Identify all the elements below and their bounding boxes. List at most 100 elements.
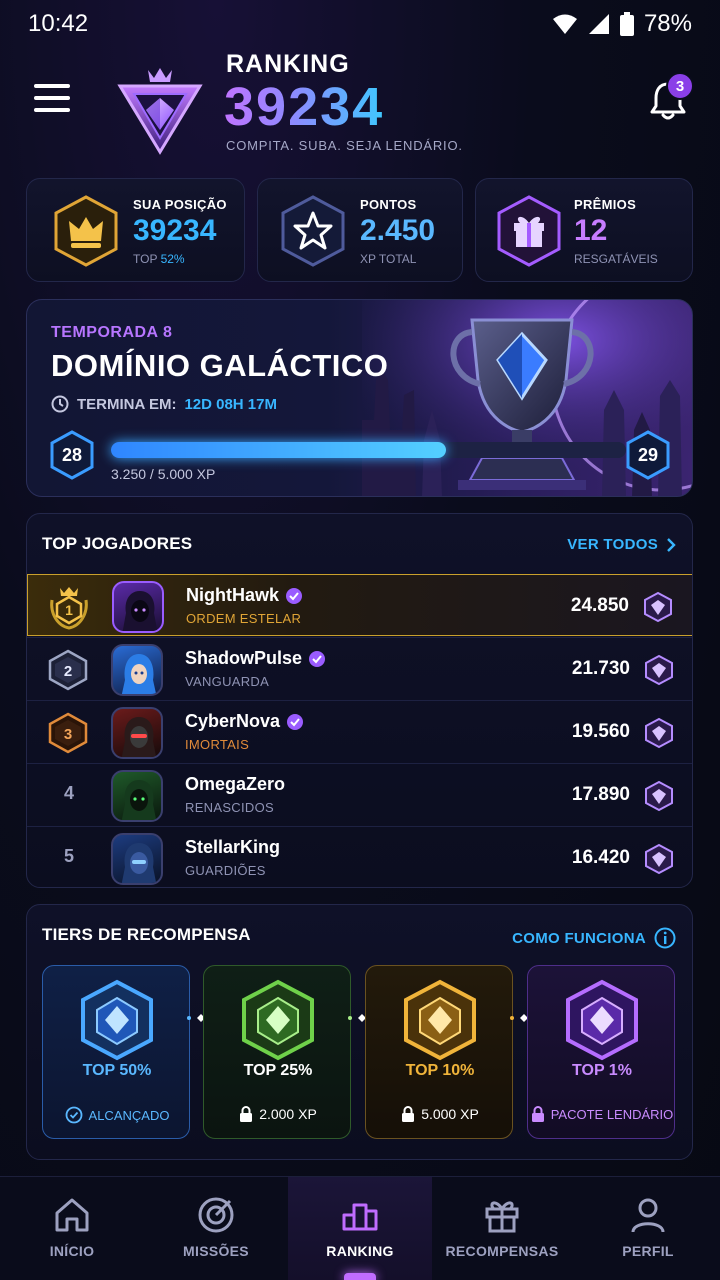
gold-medal-icon: 1: [50, 587, 88, 630]
svg-text:3: 3: [64, 726, 72, 743]
player-score: 21.730: [571, 658, 630, 679]
menu-button[interactable]: [34, 84, 70, 112]
purple-gem-badge-icon: [566, 979, 638, 1061]
season-timer: TERMINA EM: 12D 08H 17M: [51, 395, 277, 413]
reward-tiers-section: TIERS DE RECOMPENSA COMO FUNCIONA TOP 50…: [26, 904, 693, 1160]
tier-status: ALCANÇADO: [43, 1106, 191, 1124]
tier-card[interactable]: TOP 50% ALCANÇADO: [42, 965, 190, 1139]
battery-level: 78%: [643, 10, 692, 37]
avatar: [111, 770, 163, 822]
nav-item-rewards[interactable]: RECOMPENSAS: [430, 1177, 574, 1280]
stat-card-position[interactable]: SUA POSIÇÃO 39234 TOP 52%: [26, 178, 245, 282]
clock: 10:42: [28, 10, 89, 37]
status-icons: 78%: [552, 10, 692, 38]
player-row[interactable]: 1 NightHawk ORDEM ESTELAR 24.850: [27, 574, 692, 636]
stat-label: PONTOS: [360, 197, 417, 212]
nav-label: INÍCIO: [49, 1243, 95, 1259]
view-all-link[interactable]: VER TODOS: [567, 536, 676, 553]
nav-label: MISSÕES: [183, 1243, 249, 1259]
blue-gem-badge-icon: [81, 979, 153, 1061]
nav-item-profile[interactable]: PERFIL: [576, 1177, 720, 1280]
player-row[interactable]: 4 OmegaZero RENASCIDOS 17.890: [27, 763, 692, 825]
player-score: 19.560: [571, 721, 630, 742]
tier-requirement: PACOTE LENDÁRIO: [528, 1106, 676, 1122]
season-label: TEMPORADA 8: [51, 324, 173, 341]
nav-label: PERFIL: [622, 1243, 674, 1259]
xp-progress-fill: [111, 442, 446, 458]
section-title: TOP JOGADORES: [42, 534, 193, 553]
stat-card-points[interactable]: PONTOS 2.450 XP TOTAL: [257, 178, 463, 282]
season-banner[interactable]: TEMPORADA 8 DOMÍNIO GALÁCTICO TERMINA EM…: [26, 299, 693, 497]
tier-name: TOP 50%: [82, 1062, 152, 1079]
tagline: COMPITA. SUBA. SEJA LENDÁRIO.: [226, 138, 463, 153]
app-header: RANKING 39234 COMPITA. SUBA. SEJA LENDÁR…: [0, 48, 720, 168]
avatar: [112, 581, 164, 633]
player-name: NightHawk: [186, 585, 303, 606]
tier-card[interactable]: TOP 1% PACOTE LENDÁRIO: [527, 965, 675, 1139]
tier-name: TOP 10%: [405, 1062, 475, 1079]
stat-sub: TOP 52%: [133, 252, 185, 266]
tier-requirement: 5.000 XP: [366, 1106, 514, 1122]
gold-gem-badge-icon: [404, 979, 476, 1061]
status-bar: 10:42 78%: [0, 0, 720, 48]
player-row[interactable]: 2 ShadowPulse VANGUARDA 21.730: [27, 637, 692, 699]
next-level-badge: 29: [625, 430, 671, 480]
home-icon: [55, 1198, 89, 1232]
rank-gem-icon: [645, 780, 673, 812]
season-title: DOMÍNIO GALÁCTICO: [51, 348, 389, 383]
notification-badge: 3: [666, 72, 694, 100]
player-clan: GUARDIÕES: [185, 863, 266, 878]
lock-icon: [531, 1106, 544, 1122]
current-level-badge: 28: [49, 430, 95, 480]
svg-text:2: 2: [64, 663, 72, 680]
player-name: StellarKing: [185, 837, 281, 857]
nav-item-ranking[interactable]: RANKING: [288, 1177, 432, 1280]
stat-value: 2.450: [360, 214, 436, 247]
tier-requirement: 2.000 XP: [204, 1106, 352, 1122]
how-it-works-link[interactable]: COMO FUNCIONA: [512, 927, 676, 949]
top-players-section: TOP JOGADORES VER TODOS 1 NightHawk ORDE…: [26, 513, 693, 888]
stat-card-prizes[interactable]: PRÊMIOS 12 RESGATÁVEIS: [475, 178, 693, 282]
tier-card[interactable]: TOP 10% 5.000 XP: [365, 965, 513, 1139]
player-row[interactable]: 3 CyberNova IMORTAIS 19.560: [27, 700, 692, 762]
section-title: TIERS DE RECOMPENSA: [42, 925, 251, 944]
tier-card[interactable]: TOP 25% 2.000 XP: [203, 965, 351, 1139]
tier-name: TOP 1%: [572, 1062, 632, 1079]
battery-icon: [619, 12, 634, 36]
avatar: [111, 644, 163, 696]
chevron-right-icon: [667, 537, 676, 552]
avatar: [111, 833, 163, 885]
wifi-icon: [552, 14, 577, 34]
info-icon: [654, 927, 676, 949]
player-row[interactable]: 5 StellarKing GUARDIÕES 16.420: [27, 826, 692, 887]
verified-badge-icon: [286, 587, 303, 604]
stat-label: SUA POSIÇÃO: [133, 197, 227, 212]
stat-label: PRÊMIOS: [574, 197, 637, 212]
player-score: 17.890: [571, 784, 630, 805]
signal-icon: [588, 14, 609, 34]
crown-icon: [54, 195, 118, 267]
bottom-navigation: INÍCIO MISSÕES RANKING RECOMPENSAS PERFI…: [0, 1176, 720, 1280]
stat-sub: RESGATÁVEIS: [574, 252, 658, 266]
target-icon: [198, 1197, 234, 1233]
user-icon: [631, 1198, 665, 1233]
stat-value: 39234: [133, 214, 217, 247]
gift-icon: [485, 1201, 519, 1233]
stat-value: 12: [574, 214, 608, 247]
star-icon: [281, 195, 345, 267]
rank-gem-icon: [644, 591, 672, 623]
nav-item-missions[interactable]: MISSÕES: [144, 1177, 288, 1280]
podium-icon: [342, 1203, 378, 1231]
nav-item-home[interactable]: INÍCIO: [0, 1177, 144, 1280]
avatar: [111, 707, 163, 759]
player-clan: VANGUARDA: [185, 674, 270, 689]
player-clan: ORDEM ESTELAR: [186, 611, 302, 626]
bronze-medal-icon: 3: [48, 712, 88, 754]
xp-progress-text: 3.250 / 5.000 XP: [111, 466, 216, 482]
silver-medal-icon: 2: [48, 649, 88, 691]
rank-gem-icon: [645, 843, 673, 875]
ranking-logo: [117, 68, 203, 155]
clock-icon: [51, 395, 69, 413]
lock-icon: [402, 1106, 415, 1122]
tier-name: TOP 25%: [243, 1062, 313, 1079]
